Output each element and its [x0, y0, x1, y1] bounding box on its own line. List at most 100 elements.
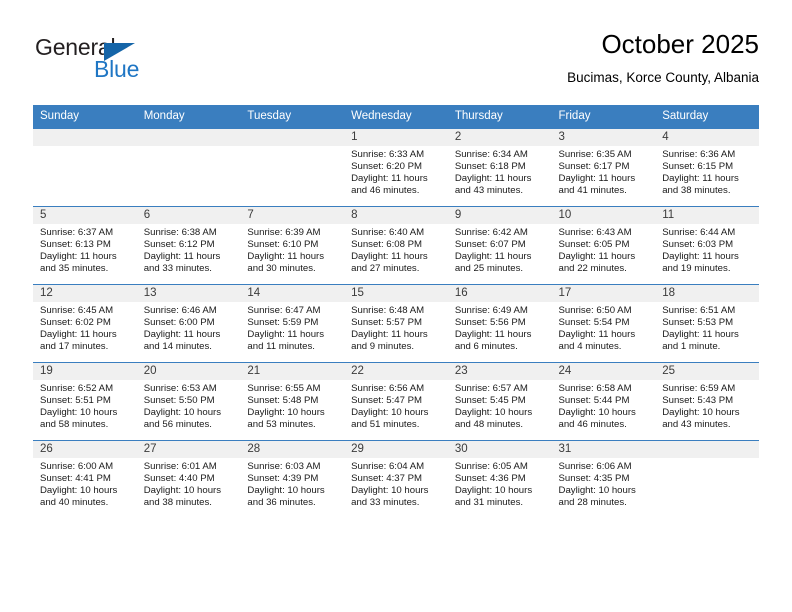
calendar-cell: 24 Sunrise: 6:58 AM Sunset: 5:44 PM Dayligh… — [551, 362, 656, 440]
sun-info: Sunrise: 6:04 AM Sunset: 4:37 PM Daylight:… — [344, 458, 448, 509]
day-number: 9 — [447, 207, 552, 224]
calendar-day[interactable]: 5 Sunrise: 6:37 AM Sunset: 6:13 PM Daylight… — [33, 206, 137, 284]
calendar-day[interactable]: 19 Sunrise: 6:52 AM Sunset: 5:51 PM Dayligh… — [33, 362, 137, 440]
sun-info: Sunrise: 6:49 AM Sunset: 5:56 PM Daylight:… — [448, 302, 552, 353]
calendar-day[interactable]: 29 Sunrise: 6:04 AM Sunset: 4:37 PM Dayligh… — [344, 440, 448, 518]
sunrise-text: Sunrise: 6:56 AM — [351, 383, 425, 394]
calendar-day[interactable]: 14 Sunrise: 6:47 AM Sunset: 5:59 PM Dayligh… — [240, 284, 345, 362]
calendar-day[interactable]: 6 Sunrise: 6:38 AM Sunset: 6:12 PM Daylight… — [136, 206, 241, 284]
day-number: 1 — [344, 129, 448, 146]
daylight-text: and 43 minutes. — [454, 185, 524, 197]
weekday-header-friday: Friday — [551, 105, 656, 128]
calendar-day[interactable]: 15 Sunrise: 6:48 AM Sunset: 5:57 PM Dayligh… — [344, 284, 448, 362]
sunset-text: Sunset: 5:45 PM — [454, 395, 526, 407]
title-block: October 2025 Bucimas, Korce County, Alba… — [567, 28, 759, 88]
sun-info: Sunrise: 6:42 AM Sunset: 6:07 PM Daylight:… — [448, 224, 552, 275]
sunset-text: Sunset: 5:50 PM — [143, 395, 215, 407]
daylight-text: and 46 minutes. — [351, 185, 420, 197]
calendar-day[interactable]: 17 Sunrise: 6:50 AM Sunset: 5:54 PM Dayligh… — [551, 284, 656, 362]
calendar-day[interactable]: 10 Sunrise: 6:43 AM Sunset: 6:05 PM Dayligh… — [551, 206, 656, 284]
calendar-day[interactable]: 18 Sunrise: 6:51 AM Sunset: 5:53 PM Dayligh… — [655, 284, 759, 362]
calendar-cell: 19 Sunrise: 6:52 AM Sunset: 5:51 PM Dayligh… — [33, 362, 137, 440]
sun-info: Sunrise: 6:48 AM Sunset: 5:57 PM Daylight:… — [344, 302, 448, 353]
sun-info: Sunrise: 6:35 AM Sunset: 6:17 PM Daylight:… — [552, 146, 656, 197]
sun-info: Sunrise: 6:40 AM Sunset: 6:08 PM Daylight:… — [344, 224, 448, 275]
daylight-text: Daylight: 10 hours — [40, 407, 118, 419]
calendar-cell: 29 Sunrise: 6:04 AM Sunset: 4:37 PM Dayligh… — [344, 440, 448, 518]
sunset-text: Sunset: 6:13 PM — [40, 239, 111, 251]
day-number: 28 — [240, 441, 345, 458]
day-number: 14 — [240, 285, 345, 302]
calendar-day[interactable]: 12 Sunrise: 6:45 AM Sunset: 6:02 PM Dayligh… — [33, 284, 137, 362]
sun-info: Sunrise: 6:01 AM Sunset: 4:40 PM Daylight:… — [137, 458, 241, 509]
sun-info: Sunrise: 6:38 AM Sunset: 6:12 PM Daylight:… — [137, 224, 241, 275]
calendar-day[interactable]: 27 Sunrise: 6:01 AM Sunset: 4:40 PM Dayligh… — [136, 440, 241, 518]
calendar-day[interactable]: 28 Sunrise: 6:03 AM Sunset: 4:39 PM Dayligh… — [240, 440, 345, 518]
calendar-day[interactable]: 1 Sunrise: 6:33 AM Sunset: 6:20 PM Daylight… — [344, 128, 448, 206]
daylight-text: Daylight: 10 hours — [351, 485, 429, 497]
weekday-header-saturday: Saturday — [655, 105, 759, 128]
calendar-day[interactable]: 16 Sunrise: 6:49 AM Sunset: 5:56 PM Dayligh… — [447, 284, 552, 362]
calendar-day[interactable]: 9 Sunrise: 6:42 AM Sunset: 6:07 PM Daylight… — [447, 206, 552, 284]
daylight-text: and 33 minutes. — [351, 497, 420, 509]
daylight-text: Daylight: 11 hours — [558, 173, 636, 185]
sunrise-text: Sunrise: 6:33 AM — [351, 149, 425, 160]
calendar-cell: 6 Sunrise: 6:38 AM Sunset: 6:12 PM Daylight… — [136, 206, 241, 284]
sunrise-text: Sunrise: 6:48 AM — [351, 305, 425, 316]
weekday-header-tuesday: Tuesday — [240, 105, 345, 128]
calendar-day[interactable]: 31 Sunrise: 6:06 AM Sunset: 4:35 PM Dayligh… — [551, 440, 656, 518]
calendar-day[interactable]: 2 Sunrise: 6:34 AM Sunset: 6:18 PM Daylight… — [447, 128, 552, 206]
calendar-cell: 3 Sunrise: 6:35 AM Sunset: 6:17 PM Daylight… — [551, 128, 656, 206]
calendar-cell: 11 Sunrise: 6:44 AM Sunset: 6:03 PM Dayligh… — [655, 206, 759, 284]
calendar-cell — [136, 128, 241, 206]
calendar-day[interactable]: 11 Sunrise: 6:44 AM Sunset: 6:03 PM Dayligh… — [655, 206, 759, 284]
daylight-text: and 51 minutes. — [351, 419, 420, 431]
calendar-day[interactable]: 13 Sunrise: 6:46 AM Sunset: 6:00 PM Dayligh… — [136, 284, 241, 362]
sunrise-text: Sunrise: 6:57 AM — [454, 383, 528, 394]
sun-info: Sunrise: 6:46 AM Sunset: 6:00 PM Daylight:… — [137, 302, 241, 353]
calendar-cell: 25 Sunrise: 6:59 AM Sunset: 5:43 PM Dayligh… — [655, 362, 759, 440]
calendar-cell: 30 Sunrise: 6:05 AM Sunset: 4:36 PM Dayligh… — [447, 440, 552, 518]
sunrise-text: Sunrise: 6:38 AM — [143, 227, 217, 238]
daylight-text: Daylight: 11 hours — [143, 329, 221, 341]
day-number — [655, 441, 759, 458]
sunset-text: Sunset: 5:48 PM — [247, 395, 319, 407]
calendar-cell — [240, 128, 345, 206]
day-number: 16 — [447, 285, 552, 302]
calendar-day[interactable]: 4 Sunrise: 6:36 AM Sunset: 6:15 PM Daylight… — [655, 128, 759, 206]
sunset-text: Sunset: 4:37 PM — [351, 473, 423, 485]
daylight-text: Daylight: 10 hours — [454, 485, 533, 497]
calendar-day[interactable]: 7 Sunrise: 6:39 AM Sunset: 6:10 PM Daylight… — [240, 206, 345, 284]
daylight-text: and 30 minutes. — [247, 263, 316, 275]
daylight-text: and 9 minutes. — [351, 341, 415, 353]
calendar-day[interactable]: 26 Sunrise: 6:00 AM Sunset: 4:41 PM Dayligh… — [33, 440, 137, 518]
daylight-text: and 35 minutes. — [40, 263, 109, 275]
daylight-text: and 33 minutes. — [143, 263, 212, 275]
sun-info: Sunrise: 6:43 AM Sunset: 6:05 PM Daylight:… — [552, 224, 656, 275]
daylight-text: and 17 minutes. — [40, 341, 109, 353]
sunset-text: Sunset: 4:40 PM — [143, 473, 215, 485]
general-blue-logo[interactable]: General Blue — [33, 34, 223, 90]
calendar-day[interactable]: 23 Sunrise: 6:57 AM Sunset: 5:45 PM Dayligh… — [447, 362, 552, 440]
calendar-day[interactable]: 30 Sunrise: 6:05 AM Sunset: 4:36 PM Dayligh… — [447, 440, 552, 518]
calendar-day[interactable]: 20 Sunrise: 6:53 AM Sunset: 5:50 PM Dayligh… — [136, 362, 241, 440]
sunset-text: Sunset: 5:43 PM — [662, 395, 734, 407]
page-header: General Blue October 2025 Bucimas, Korce… — [33, 28, 759, 98]
day-number — [240, 129, 345, 146]
sunrise-text: Sunrise: 6:52 AM — [40, 383, 114, 394]
calendar-day[interactable]: 8 Sunrise: 6:40 AM Sunset: 6:08 PM Daylight… — [344, 206, 448, 284]
calendar-day[interactable]: 22 Sunrise: 6:56 AM Sunset: 5:47 PM Dayligh… — [344, 362, 448, 440]
sunrise-text: Sunrise: 6:37 AM — [40, 227, 114, 238]
calendar-day[interactable]: 25 Sunrise: 6:59 AM Sunset: 5:43 PM Dayligh… — [655, 362, 759, 440]
day-number: 5 — [33, 207, 137, 224]
calendar-cell: 28 Sunrise: 6:03 AM Sunset: 4:39 PM Dayligh… — [240, 440, 345, 518]
calendar-week-row: 12 Sunrise: 6:45 AM Sunset: 6:02 PM Dayligh… — [33, 284, 759, 362]
calendar-day[interactable]: 3 Sunrise: 6:35 AM Sunset: 6:17 PM Daylight… — [551, 128, 656, 206]
calendar-day[interactable]: 24 Sunrise: 6:58 AM Sunset: 5:44 PM Dayligh… — [551, 362, 656, 440]
sunrise-text: Sunrise: 6:47 AM — [247, 305, 321, 316]
logo-text-blue: Blue — [94, 56, 140, 82]
daylight-text: Daylight: 10 hours — [351, 407, 429, 419]
sunrise-text: Sunrise: 6:05 AM — [454, 461, 528, 472]
sun-info: Sunrise: 6:47 AM Sunset: 5:59 PM Daylight:… — [240, 302, 344, 353]
calendar-day[interactable]: 21 Sunrise: 6:55 AM Sunset: 5:48 PM Dayligh… — [240, 362, 345, 440]
